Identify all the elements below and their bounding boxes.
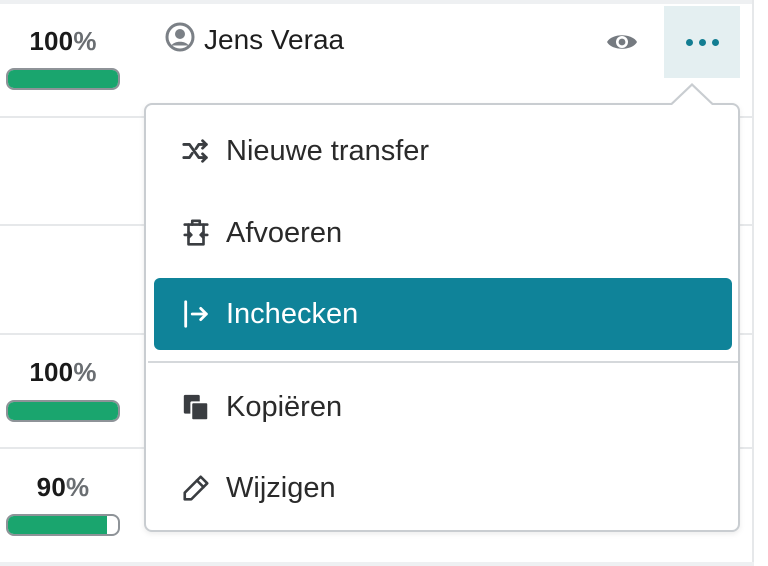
progress-value: 90 — [36, 472, 66, 502]
menu-item-dispose[interactable]: Afvoeren — [154, 197, 732, 269]
stage: 100% Jens Veraa 100% 90% Nieuwe transfer… — [0, 0, 768, 566]
eye-icon[interactable] — [604, 28, 640, 56]
progress-percent: 90% — [0, 472, 126, 503]
menu-item-label: Nieuwe transfer — [226, 134, 430, 167]
progress-bar — [6, 514, 120, 536]
dispose-icon — [180, 217, 212, 249]
menu-separator — [148, 361, 738, 363]
actions-dropdown-menu: Nieuwe transfer Afvoeren Inchecken Kopië… — [144, 103, 740, 532]
table-top-border — [0, 0, 754, 4]
check-in-icon — [180, 298, 212, 330]
menu-item-label: Inchecken — [226, 297, 359, 330]
copy-icon — [180, 391, 212, 423]
percent-sign: % — [66, 472, 90, 502]
menu-caret — [672, 86, 712, 105]
table-bottom-border — [0, 562, 754, 566]
progress-value: 100 — [29, 357, 74, 387]
menu-item-label: Afvoeren — [226, 216, 343, 249]
progress-fill — [8, 516, 107, 534]
menu-item-label: Wijzigen — [226, 471, 336, 504]
pencil-icon — [180, 472, 212, 504]
progress-fill — [8, 402, 118, 420]
user-name[interactable]: Jens Veraa — [204, 24, 344, 56]
percent-sign: % — [73, 26, 97, 56]
menu-item-check-in[interactable]: Inchecken — [154, 278, 732, 350]
more-actions-button[interactable] — [664, 6, 740, 78]
progress-percent: 100% — [0, 357, 126, 388]
user-circle-icon — [165, 22, 195, 52]
progress-value: 100 — [29, 26, 74, 56]
progress-fill — [8, 70, 118, 88]
menu-item-copy[interactable]: Kopiëren — [154, 371, 732, 443]
progress-percent: 100% — [0, 26, 126, 57]
progress-bar — [6, 68, 120, 90]
menu-item-label: Kopiëren — [226, 390, 343, 423]
table-right-border — [752, 0, 754, 566]
ellipsis-icon — [685, 38, 719, 46]
menu-item-edit[interactable]: Wijzigen — [154, 452, 732, 524]
progress-bar — [6, 400, 120, 422]
shuffle-icon — [180, 135, 212, 167]
percent-sign: % — [73, 357, 97, 387]
menu-item-new-transfer[interactable]: Nieuwe transfer — [154, 115, 732, 187]
